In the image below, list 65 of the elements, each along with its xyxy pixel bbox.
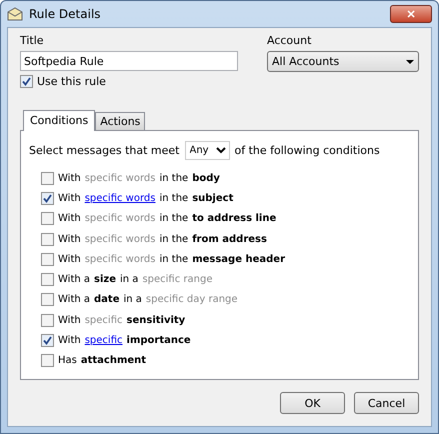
dropdown-arrow-icon <box>406 60 414 64</box>
condition-text: body <box>192 172 220 184</box>
condition-text: in the <box>159 172 188 184</box>
condition-hint: specific words <box>84 213 156 224</box>
condition-text: With a <box>58 294 90 306</box>
condition-text: in the <box>159 254 188 265</box>
condition-hint: specific day range <box>146 294 238 306</box>
condition-checkbox[interactable] <box>41 232 54 246</box>
match-suffix-label: of the following conditions <box>234 144 380 157</box>
condition-checkbox[interactable] <box>41 354 54 368</box>
condition-text: With a <box>58 274 90 286</box>
title-field[interactable]: Softpedia Rule <box>20 51 238 71</box>
cancel-button[interactable]: Cancel <box>354 392 419 414</box>
use-rule-label: Use this rule <box>37 75 106 88</box>
condition-text: date <box>94 294 120 306</box>
condition-text: in the <box>159 234 188 245</box>
condition-text: from address <box>192 234 267 245</box>
tab[interactable]: Actions <box>95 112 146 130</box>
condition-checkbox[interactable] <box>41 172 54 185</box>
condition-text: sensitivity <box>126 314 186 326</box>
account-dropdown[interactable]: All Accounts <box>267 51 419 72</box>
use-rule-checkbox[interactable] <box>20 75 33 88</box>
condition-hint: specific range <box>142 274 212 286</box>
window-title: Rule Details <box>29 7 102 21</box>
condition-checkbox[interactable] <box>41 252 54 266</box>
ok-button[interactable]: OK <box>280 392 345 414</box>
condition-text: With <box>58 213 81 224</box>
condition-hint: specific words <box>84 234 156 245</box>
condition-hint: specific words <box>84 172 156 184</box>
condition-text: in a <box>120 274 138 286</box>
checkmark-icon <box>43 194 52 203</box>
condition-text: With <box>58 254 81 265</box>
envelope-icon <box>7 7 23 21</box>
account-label: Account <box>267 34 312 47</box>
condition-text: in the <box>159 192 188 204</box>
condition-text: importance <box>126 335 191 346</box>
condition-text: message header <box>192 254 286 265</box>
condition-checkbox[interactable] <box>41 273 54 286</box>
condition-text: subject <box>192 192 234 204</box>
match-label: Select messages that meet <box>29 144 180 157</box>
condition-text: With <box>58 172 81 184</box>
condition-text: With <box>58 192 81 204</box>
condition-text: With <box>58 335 81 346</box>
condition-hint: specific <box>84 314 123 326</box>
checkmark-icon <box>43 336 52 346</box>
condition-text: Has <box>58 355 77 366</box>
condition-hint: specific words <box>84 254 156 265</box>
condition-text: in the <box>159 213 188 224</box>
condition-checkbox[interactable] <box>41 192 54 205</box>
condition-link[interactable]: specific <box>84 335 123 346</box>
condition-text: With <box>58 234 81 245</box>
condition-link[interactable]: specific words <box>84 192 156 204</box>
condition-checkbox[interactable] <box>41 314 54 327</box>
condition-text: attachment <box>80 355 146 366</box>
condition-checkbox[interactable] <box>41 293 54 306</box>
condition-text: to address line <box>192 213 276 224</box>
condition-checkbox[interactable] <box>41 334 54 348</box>
condition-text: in a <box>123 294 142 306</box>
condition-text: size <box>94 274 116 286</box>
match-dropdown[interactable]: Any <box>184 141 230 160</box>
condition-text: With <box>58 314 81 326</box>
title-label: Title <box>20 34 45 47</box>
checkmark-icon <box>22 77 31 86</box>
condition-checkbox[interactable] <box>41 212 54 226</box>
tab[interactable]: Conditions <box>23 110 96 131</box>
